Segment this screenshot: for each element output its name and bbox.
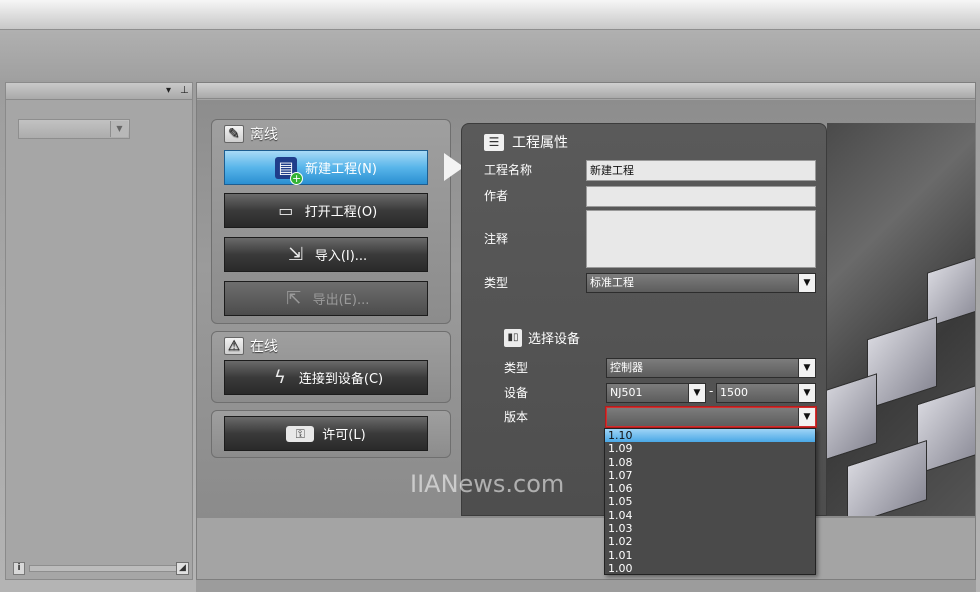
license-button[interactable]: ⚿ 许可(L) bbox=[224, 416, 428, 451]
version-option[interactable]: 1.07 bbox=[605, 469, 815, 482]
version-label: 版本 bbox=[504, 410, 529, 424]
device-icon: ▮▯ bbox=[504, 328, 522, 347]
chevron-down-icon[interactable]: ▼ bbox=[110, 121, 128, 137]
device-category-label: 类型 bbox=[504, 361, 529, 375]
start-window-header bbox=[197, 83, 975, 99]
window-titlebar bbox=[0, 0, 980, 30]
import-label: 导入(I)... bbox=[314, 249, 368, 264]
offline-group-title: ✎ 离线 bbox=[224, 124, 278, 144]
chevron-down-icon[interactable]: ▼ bbox=[688, 384, 705, 402]
select-device-label: 选择设备 bbox=[528, 332, 581, 347]
properties-title: ☰ 工程属性 bbox=[484, 132, 568, 152]
connect-device-button[interactable]: ϟ 连接到设备(C) bbox=[224, 360, 428, 395]
watermark: IIANews.com bbox=[410, 470, 565, 498]
key-icon: ⚿ bbox=[286, 425, 315, 442]
version-option[interactable]: 1.08 bbox=[605, 456, 815, 469]
license-group: ⚿ 许可(L) bbox=[211, 410, 451, 458]
version-option[interactable]: 1.05 bbox=[605, 495, 815, 508]
lightning-icon: ϟ bbox=[273, 366, 286, 388]
device-label: 设备 bbox=[504, 386, 529, 400]
project-type-label: 类型 bbox=[484, 276, 509, 290]
folder-icon: ▭ bbox=[278, 200, 294, 220]
chevron-down-icon[interactable]: ▼ bbox=[798, 274, 815, 292]
license-label: 许可(L) bbox=[322, 428, 366, 443]
left-docked-pane: ▾ ⊥ ▼ i ◢ bbox=[5, 82, 193, 580]
new-project-label: 新建工程(N) bbox=[305, 162, 377, 177]
project-name-input[interactable]: 新建工程 bbox=[586, 160, 816, 181]
project-type-select[interactable]: 标准工程 ▼ bbox=[586, 273, 816, 293]
online-label: 在线 bbox=[250, 339, 278, 355]
version-option[interactable]: 1.09 bbox=[605, 442, 815, 455]
version-option[interactable]: 1.10 bbox=[605, 429, 815, 443]
export-label: 导出(E)... bbox=[312, 293, 370, 308]
online-group-title: ⚠ 在线 bbox=[224, 336, 278, 356]
toolbar-band bbox=[0, 30, 980, 80]
export-icon: ⇱ bbox=[286, 287, 302, 309]
connect-device-label: 连接到设备(C) bbox=[298, 372, 384, 387]
version-option[interactable]: 1.02 bbox=[605, 535, 815, 548]
new-project-icon: ▤ + bbox=[275, 156, 304, 185]
open-project-button[interactable]: ▭ 打开工程(O) bbox=[224, 193, 428, 228]
chevron-down-icon[interactable]: ▼ bbox=[798, 359, 815, 377]
export-button: ⇱ 导出(E)... bbox=[224, 281, 428, 316]
list-icon: ☰ bbox=[484, 133, 504, 151]
author-label: 作者 bbox=[484, 189, 509, 203]
device-separator: - bbox=[709, 384, 714, 398]
version-option[interactable]: 1.04 bbox=[605, 509, 815, 522]
left-pane-combo[interactable]: ▼ bbox=[18, 119, 130, 139]
device-model-select[interactable]: 1500 ▼ bbox=[716, 383, 816, 403]
chevron-down-icon[interactable]: ▾ bbox=[166, 85, 171, 96]
info-icon[interactable]: i bbox=[13, 562, 25, 575]
start-panel: ✎ 离线 ▤ + 新建工程(N) ▭ 打开工程(O) ⇲ 导入(I)... ⇱ 导… bbox=[197, 100, 975, 518]
select-device-title: ▮▯ 选择设备 bbox=[504, 328, 580, 347]
start-window: ✎ 离线 ▤ + 新建工程(N) ▭ 打开工程(O) ⇲ 导入(I)... ⇱ 导… bbox=[196, 82, 976, 580]
left-pane-scrollbar[interactable] bbox=[29, 565, 179, 572]
project-name-label: 工程名称 bbox=[484, 163, 533, 177]
chevron-down-icon[interactable]: ▼ bbox=[798, 408, 815, 426]
left-pane-header: ▾ ⊥ bbox=[6, 83, 192, 100]
status-bar bbox=[196, 580, 976, 592]
background-decoration bbox=[827, 123, 975, 516]
version-dropdown-list[interactable]: 1.10 1.09 1.08 1.07 1.06 1.05 1.04 1.03 1.02 1.01… bbox=[604, 428, 816, 575]
offline-label: 离线 bbox=[250, 127, 278, 143]
pin-icon[interactable]: ⊥ bbox=[180, 85, 189, 96]
comment-label: 注释 bbox=[484, 232, 509, 246]
online-group: ⚠ 在线 ϟ 连接到设备(C) bbox=[211, 331, 451, 403]
offline-icon: ✎ bbox=[224, 125, 244, 143]
new-project-button[interactable]: ▤ + 新建工程(N) bbox=[224, 150, 428, 185]
offline-group: ✎ 离线 ▤ + 新建工程(N) ▭ 打开工程(O) ⇲ 导入(I)... ⇱ 导… bbox=[211, 119, 464, 324]
device-select[interactable]: NJ501 ▼ bbox=[606, 383, 706, 403]
project-type-value: 标准工程 bbox=[590, 276, 634, 289]
version-option[interactable]: 1.00 bbox=[605, 562, 815, 575]
author-input[interactable] bbox=[586, 186, 816, 207]
version-option[interactable]: 1.01 bbox=[605, 549, 815, 562]
device-category-value: 控制器 bbox=[610, 361, 643, 374]
left-pane-footer: i ◢ bbox=[9, 562, 189, 576]
open-project-label: 打开工程(O) bbox=[304, 205, 378, 220]
device-value: NJ501 bbox=[610, 386, 643, 399]
device-model-value: 1500 bbox=[720, 386, 748, 399]
properties-title-label: 工程属性 bbox=[512, 135, 568, 151]
version-option[interactable]: 1.03 bbox=[605, 522, 815, 535]
import-button[interactable]: ⇲ 导入(I)... bbox=[224, 237, 428, 272]
device-category-select[interactable]: 控制器 ▼ bbox=[606, 358, 816, 378]
chevron-down-icon[interactable]: ▼ bbox=[798, 384, 815, 402]
version-select[interactable]: ▼ bbox=[606, 407, 816, 427]
import-icon: ⇲ bbox=[288, 243, 304, 265]
comment-textarea[interactable] bbox=[586, 210, 816, 268]
resize-icon[interactable]: ◢ bbox=[176, 562, 189, 575]
version-option[interactable]: 1.06 bbox=[605, 482, 815, 495]
warning-lightning-icon: ⚠ bbox=[224, 337, 244, 355]
